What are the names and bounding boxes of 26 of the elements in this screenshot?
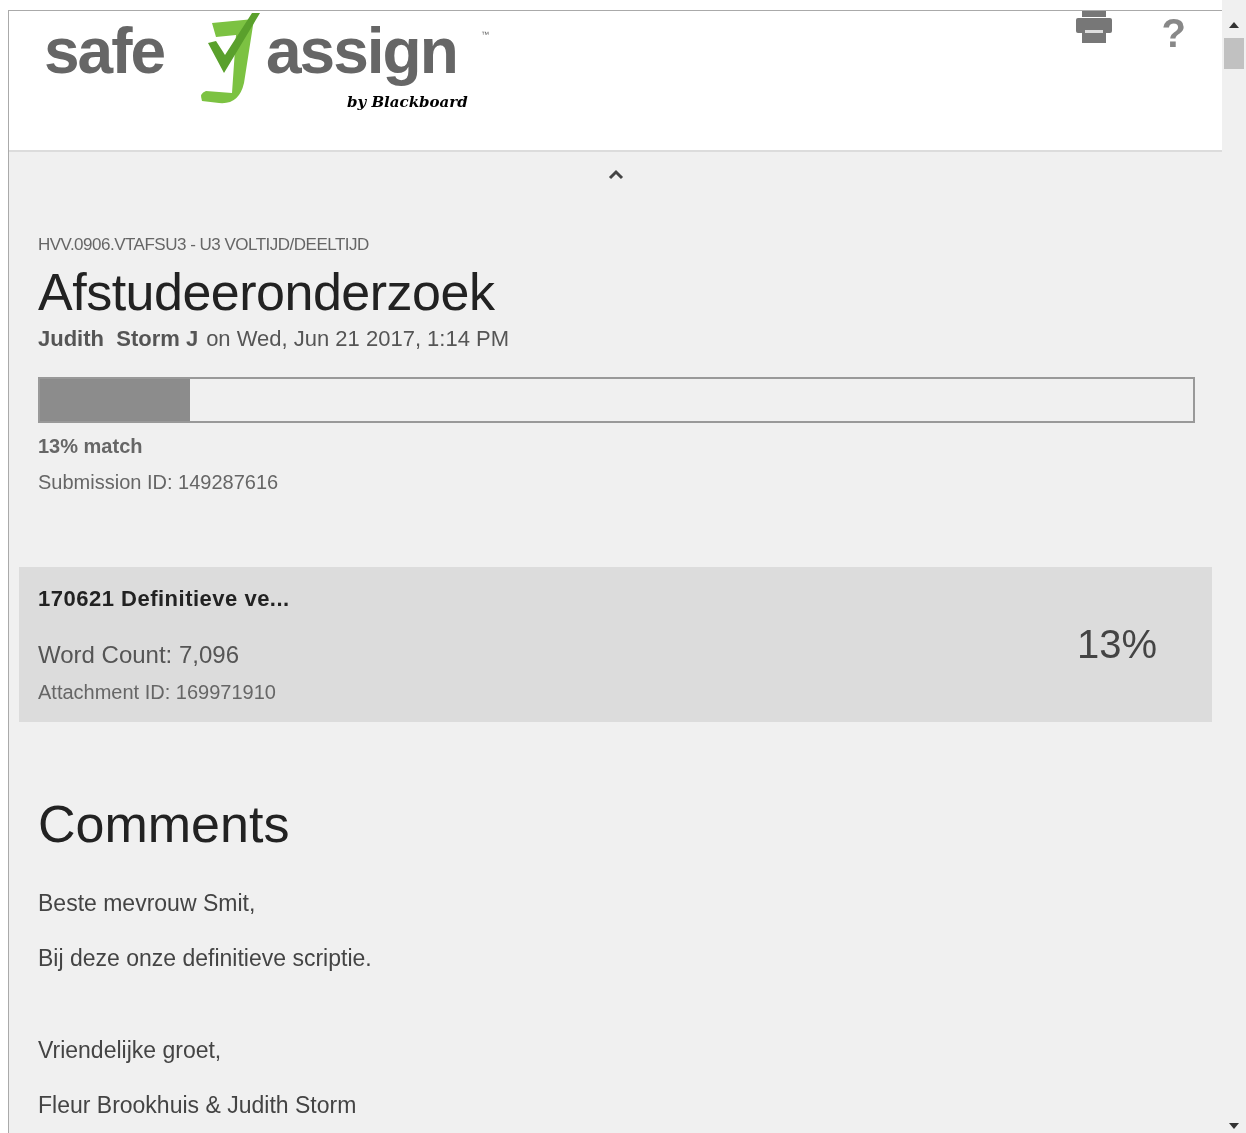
word-count: Word Count: 7,096 xyxy=(38,639,240,670)
collapse-icon[interactable] xyxy=(607,168,624,181)
logo-text: safe xyxy=(44,14,165,89)
attachment-card[interactable]: 170621 Definitieve ve... Word Count: 7,096 Attachment ID: 169971910 13% xyxy=(19,566,1212,722)
print-icon[interactable] xyxy=(1075,11,1112,43)
trademark-text: ™ xyxy=(481,29,489,41)
logo-text: assign xyxy=(266,14,457,89)
comment-line: Fleur Brookhuis & Judith Storm xyxy=(38,1091,358,1120)
logo-byline: by Blackboard xyxy=(347,92,468,113)
help-icon[interactable]: ? xyxy=(1161,11,1186,55)
assignment-title: Afstudeeronderzoek xyxy=(38,261,496,323)
scrollbar-thumb[interactable] xyxy=(1224,38,1244,69)
comments-heading: Comments xyxy=(38,794,291,854)
attachment-match-percentage: 13% xyxy=(1076,621,1157,669)
attachment-name: 170621 Definitieve ve... xyxy=(38,584,290,613)
author-name: Judith Storm J xyxy=(38,324,199,353)
comment-line: Bij deze onze definitieve scriptie. xyxy=(38,944,373,973)
comment-line: Beste mevrouw Smit, xyxy=(38,889,257,918)
comment-line: Vriendelijke groet, xyxy=(38,1036,223,1065)
scroll-down-icon[interactable] xyxy=(1229,1123,1239,1129)
course-code: HVV.0906.VTAFSU3 - U3 VOLTIJD/DEELTIJD xyxy=(38,234,370,257)
submission-id: Submission ID: 149287616 xyxy=(38,469,280,495)
submission-date: on Wed, Jun 21 2017, 1:14 PM xyxy=(206,324,510,353)
scroll-up-icon[interactable] xyxy=(1229,22,1239,28)
attachment-id: Attachment ID: 169971910 xyxy=(38,679,277,705)
match-percentage: 13% match xyxy=(38,433,144,459)
